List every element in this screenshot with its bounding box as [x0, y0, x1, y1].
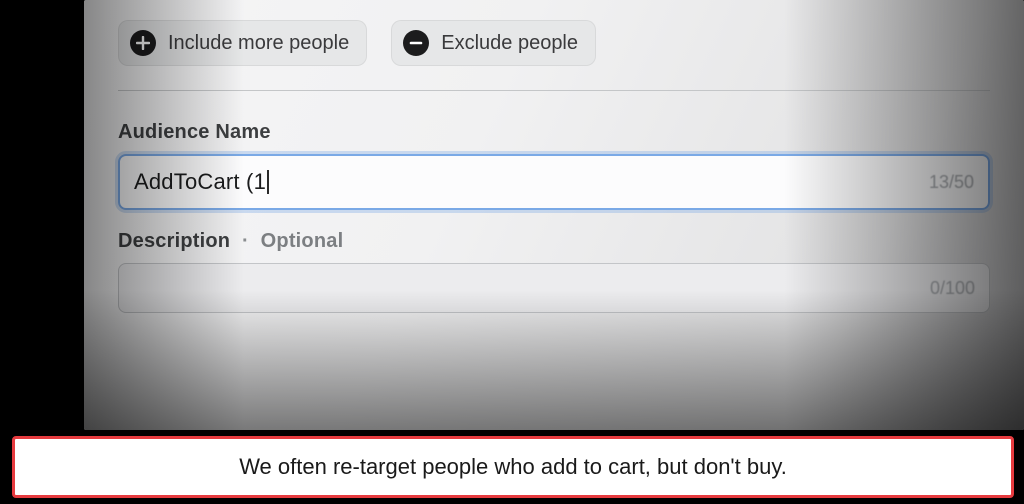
- include-more-people-button[interactable]: Include more people: [118, 20, 367, 66]
- text-cursor: [267, 170, 269, 194]
- section-divider: [118, 90, 990, 91]
- description-counter: 0/100: [930, 278, 975, 299]
- audience-name-counter: 13/50: [929, 172, 974, 193]
- description-label-text: Description: [118, 230, 230, 252]
- include-button-label: Include more people: [168, 32, 349, 55]
- description-label: Description · Optional: [118, 230, 990, 253]
- label-separator: ·: [242, 230, 249, 252]
- description-optional-text: Optional: [261, 230, 344, 252]
- exclude-button-label: Exclude people: [441, 32, 578, 55]
- exclude-people-button[interactable]: Exclude people: [391, 20, 596, 66]
- caption-text: We often re-target people who add to car…: [239, 454, 787, 480]
- audience-name-label: Audience Name: [118, 121, 990, 144]
- audience-name-field-group: Audience Name AddToCart (1 13/50: [118, 121, 990, 210]
- caption-callout: We often re-target people who add to car…: [12, 436, 1014, 498]
- include-exclude-row: Include more people Exclude people: [118, 20, 990, 66]
- audience-name-input[interactable]: AddToCart (1 13/50: [118, 154, 990, 210]
- audience-name-input-value: AddToCart (1: [134, 169, 266, 195]
- form-content: Include more people Exclude people Audie…: [84, 20, 1024, 313]
- minus-icon: [403, 30, 429, 56]
- description-input[interactable]: 0/100: [118, 263, 990, 313]
- audience-form-panel: Include more people Exclude people Audie…: [84, 0, 1024, 430]
- description-field-group: Description · Optional 0/100: [118, 230, 990, 313]
- plus-icon: [130, 30, 156, 56]
